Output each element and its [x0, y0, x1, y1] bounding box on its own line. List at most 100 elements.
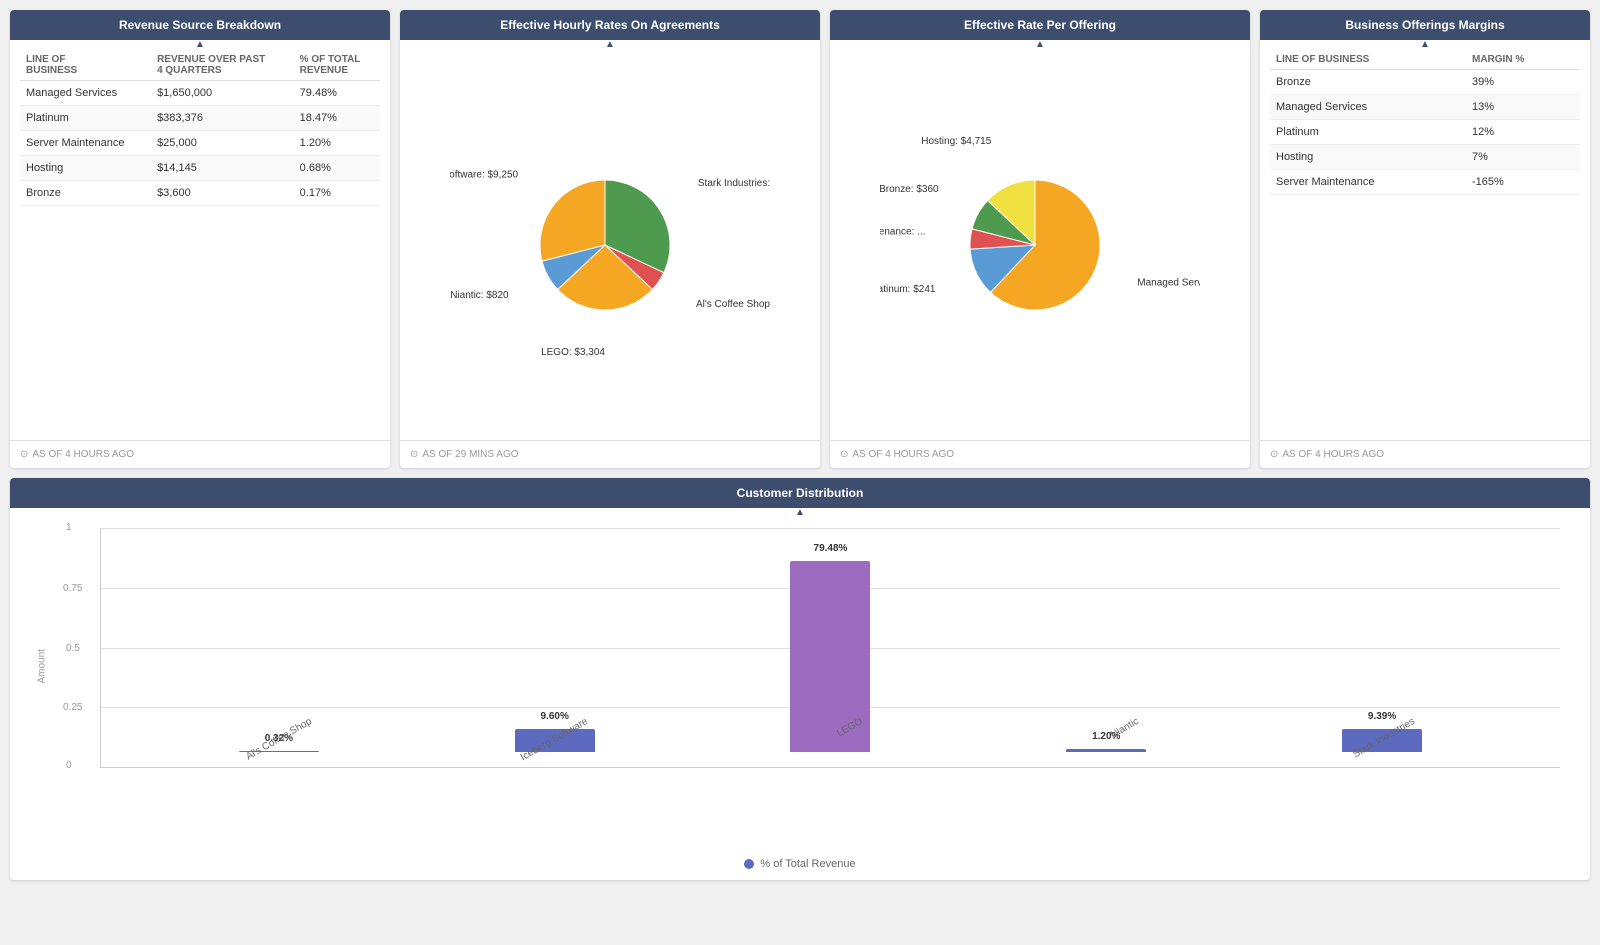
revenue-cell-amount: $383,376: [151, 106, 294, 131]
chart-plot: 1 0.75 0.5 0.25 0 0.32%Al's Coffee Shop9…: [100, 528, 1560, 768]
revenue-cell-line: Platinum: [20, 106, 151, 131]
margins-col-margin: MARGIN %: [1466, 50, 1580, 70]
revenue-cell-line: Hosting: [20, 156, 151, 181]
y-label-0: 0: [66, 760, 72, 771]
margins-row: Platinum12%: [1270, 120, 1580, 145]
y-label-05: 0.5: [66, 643, 80, 654]
pie-label: LEGO: $3,304: [541, 347, 605, 358]
margins-row: Bronze39%: [1270, 70, 1580, 95]
card-effective-hourly: Effective Hourly Rates On Agreements Sta…: [400, 10, 820, 468]
pie-label: Server Maintenance: ...: [880, 227, 925, 238]
card-revenue-title: Revenue Source Breakdown: [119, 18, 281, 32]
clock-icon-4: ⊙: [1270, 449, 1278, 460]
revenue-cell-line: Managed Services: [20, 81, 151, 106]
legend-label: % of Total Revenue: [760, 858, 855, 870]
grid-line-1: [101, 528, 1560, 529]
hourly-pie-svg: Stark Industries: $7,070 Al's Coffee Shop…: [450, 90, 770, 390]
card-revenue-body: LINE OFBUSINESS REVENUE OVER PAST4 QUART…: [10, 40, 390, 440]
chart-legend: % of Total Revenue: [10, 848, 1590, 880]
revenue-table: LINE OFBUSINESS REVENUE OVER PAST4 QUART…: [20, 50, 380, 206]
card-margins-footer: ⊙ AS OF 4 HOURS AGO: [1260, 440, 1590, 468]
card-effective-rate: Effective Rate Per Offering Managed Serv…: [830, 10, 1250, 468]
top-row: Revenue Source Breakdown LINE OFBUSINESS…: [10, 10, 1590, 468]
clock-icon-2: ⊙: [410, 449, 418, 460]
col-line-of-business: LINE OFBUSINESS: [20, 50, 151, 81]
pie-label: Niantic: $820: [450, 290, 509, 301]
revenue-row: Bronze$3,6000.17%: [20, 181, 380, 206]
margins-table: LINE OF BUSINESS MARGIN % Bronze39%Manag…: [1270, 50, 1580, 195]
chart-inner: 1 0.75 0.5 0.25 0 0.32%Al's Coffee Shop9…: [60, 528, 1560, 808]
card-hourly-body: Stark Industries: $7,070 Al's Coffee Shop…: [400, 40, 820, 440]
revenue-row: Hosting$14,1450.68%: [20, 156, 380, 181]
card-margins-title: Business Offerings Margins: [1345, 18, 1504, 32]
pie-label: Platinum: $241: [880, 284, 936, 295]
y-label-075: 0.75: [63, 583, 82, 594]
revenue-row: Platinum$383,37618.47%: [20, 106, 380, 131]
margins-row: Server Maintenance-165%: [1270, 170, 1580, 195]
card-distribution-title: Customer Distribution: [737, 486, 864, 500]
bar-value-label: 79.48%: [790, 543, 870, 554]
margins-cell-margin: 13%: [1466, 95, 1580, 120]
margins-footer-text: AS OF 4 HOURS AGO: [1282, 449, 1384, 460]
y-label-1: 1: [66, 522, 72, 533]
card-revenue-breakdown: Revenue Source Breakdown LINE OFBUSINESS…: [10, 10, 390, 468]
card-rate-title: Effective Rate Per Offering: [964, 18, 1116, 32]
bar-group: 9.60%Iceberg Software: [515, 729, 595, 767]
card-customer-distribution: Customer Distribution Amount 1 0.75 0.5 …: [10, 478, 1590, 880]
pie-label: Bronze: $360: [880, 184, 939, 195]
pie-label: Hosting: $4,715: [921, 136, 991, 147]
card-distribution-header: Customer Distribution: [10, 478, 1590, 508]
rate-pie-container: Managed Services: $369 Platinum: $241 Serv…: [840, 50, 1240, 430]
pie-label: Al's Coffee Shop: $711: [696, 299, 770, 310]
rate-footer-text: AS OF 4 HOURS AGO: [852, 449, 954, 460]
hourly-pie-container: Stark Industries: $7,070 Al's Coffee Shop…: [410, 50, 810, 430]
revenue-cell-pct: 1.20%: [294, 131, 380, 156]
revenue-cell-pct: 0.68%: [294, 156, 380, 181]
card-hourly-header: Effective Hourly Rates On Agreements: [400, 10, 820, 40]
margins-cell-line: Managed Services: [1270, 95, 1466, 120]
margins-cell-margin: -165%: [1466, 170, 1580, 195]
revenue-cell-line: Bronze: [20, 181, 151, 206]
margins-col-line: LINE OF BUSINESS: [1270, 50, 1466, 70]
revenue-cell-pct: 0.17%: [294, 181, 380, 206]
col-revenue: REVENUE OVER PAST4 QUARTERS: [151, 50, 294, 81]
y-label-025: 0.25: [63, 702, 82, 713]
clock-icon: ⊙: [20, 449, 28, 460]
dashboard: Revenue Source Breakdown LINE OFBUSINESS…: [0, 0, 1600, 890]
clock-icon-3: ⊙: [840, 449, 848, 460]
pie-label: Managed Services: $369: [1137, 277, 1200, 288]
margins-cell-line: Server Maintenance: [1270, 170, 1466, 195]
margins-cell-line: Platinum: [1270, 120, 1466, 145]
revenue-row: Managed Services$1,650,00079.48%: [20, 81, 380, 106]
bar-group: 1.20%Niantic: [1066, 749, 1146, 767]
card-margins-body: LINE OF BUSINESS MARGIN % Bronze39%Manag…: [1260, 40, 1590, 440]
revenue-footer-text: AS OF 4 HOURS AGO: [32, 449, 134, 460]
pie-label: Stark Industries: $7,070: [698, 178, 770, 189]
bar-group: 0.32%Al's Coffee Shop: [239, 751, 319, 767]
revenue-row: Server Maintenance$25,0001.20%: [20, 131, 380, 156]
pie-label: Iceberg Software: $9,250: [450, 170, 519, 181]
revenue-cell-pct: 79.48%: [294, 81, 380, 106]
margins-cell-line: Hosting: [1270, 145, 1466, 170]
col-pct: % OF TOTALREVENUE: [294, 50, 380, 81]
card-revenue-header: Revenue Source Breakdown: [10, 10, 390, 40]
card-revenue-footer: ⊙ AS OF 4 HOURS AGO: [10, 440, 390, 468]
margins-cell-line: Bronze: [1270, 70, 1466, 95]
revenue-cell-amount: $3,600: [151, 181, 294, 206]
margins-cell-margin: 12%: [1466, 120, 1580, 145]
card-rate-body: Managed Services: $369 Platinum: $241 Serv…: [830, 40, 1250, 440]
revenue-cell-line: Server Maintenance: [20, 131, 151, 156]
margins-cell-margin: 39%: [1466, 70, 1580, 95]
distribution-chart-area: Amount 1 0.75 0.5 0.25 0 0.32%Al's Coffe…: [10, 508, 1590, 848]
revenue-cell-pct: 18.47%: [294, 106, 380, 131]
card-hourly-footer: ⊙ AS OF 29 MINS AGO: [400, 440, 820, 468]
margins-cell-margin: 7%: [1466, 145, 1580, 170]
legend-dot: [744, 859, 754, 869]
revenue-cell-amount: $25,000: [151, 131, 294, 156]
card-rate-header: Effective Rate Per Offering: [830, 10, 1250, 40]
revenue-cell-amount: $1,650,000: [151, 81, 294, 106]
card-margins: Business Offerings Margins LINE OF BUSIN…: [1260, 10, 1590, 468]
hourly-footer-text: AS OF 29 MINS AGO: [422, 449, 518, 460]
card-margins-header: Business Offerings Margins: [1260, 10, 1590, 40]
card-hourly-title: Effective Hourly Rates On Agreements: [500, 18, 720, 32]
